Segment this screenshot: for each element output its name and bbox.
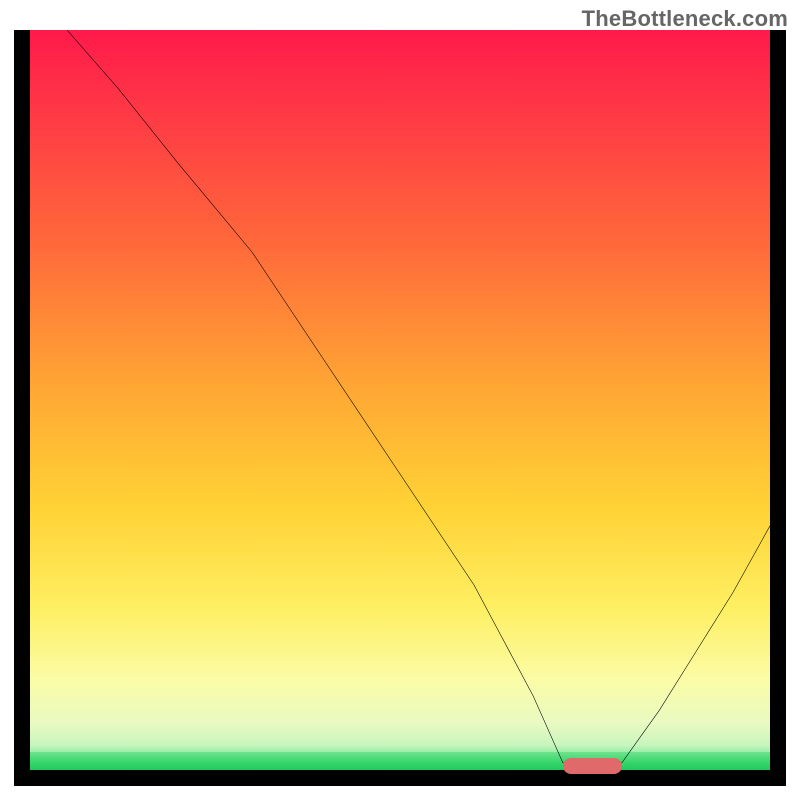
plot-area [30, 30, 770, 770]
attribution-label: TheBottleneck.com [582, 6, 788, 32]
gradient-background [30, 30, 770, 752]
chart-root: TheBottleneck.com [0, 0, 800, 800]
minimum-marker [563, 758, 622, 774]
optimal-zone-strip [30, 752, 770, 770]
plot-frame [14, 30, 786, 786]
